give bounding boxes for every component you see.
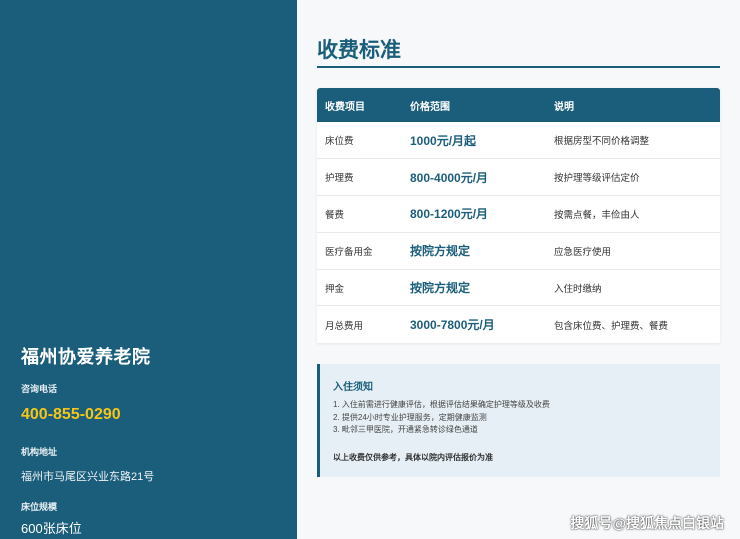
watermark: 搜狐号@搜狐焦点白银站 [570,515,724,531]
column-header-price: 价格范围 [402,88,546,122]
column-header-item: 收费项目 [317,88,402,122]
table-header-row: 收费项目 价格范围 说明 [317,88,720,122]
page-title: 收费标准 [317,39,401,62]
column-header-note: 说明 [546,88,720,122]
beds-value: 600张床位 [21,521,82,536]
fee-note: 入住时缴纳 [546,269,720,307]
table-row: 餐费 800-1200元/月 按需点餐，丰俭由人 [317,195,720,233]
title-divider [317,66,720,68]
notice-title: 入住须知 [333,382,373,393]
table-row: 护理费 800-4000元/月 按护理等级评估定价 [317,158,720,197]
fee-price: 800-1200元/月 [402,195,546,233]
table-row: 月总费用 3000-7800元/月 包含床位费、护理费、餐费 [317,306,720,343]
fee-table: 收费项目 价格范围 说明 床位费 1000元/月起 根据房型不同价格调整 护理费… [317,88,720,343]
fee-item: 押金 [317,269,402,307]
phone-label: 咨询电话 [21,384,58,394]
table-row: 医疗备用金 按院方规定 应急医疗使用 [317,232,720,270]
fee-note: 根据房型不同价格调整 [546,122,720,160]
fee-price: 按院方规定 [402,232,546,270]
fee-price: 1000元/月起 [402,122,546,160]
fee-price: 800-4000元/月 [402,158,546,197]
fee-note: 按护理等级评估定价 [546,158,720,197]
fee-price: 按院方规定 [402,269,546,307]
fee-note: 应急医疗使用 [546,232,720,270]
address-label: 机构地址 [21,447,58,457]
fee-note: 包含床位费、护理费、餐费 [554,320,669,332]
fee-note: 按需点餐，丰俭由人 [546,195,720,233]
beds-label: 床位规模 [21,502,58,512]
table-row: 押金 按院方规定 入住时缴纳 [317,269,720,307]
fee-item: 餐费 [317,195,402,233]
fee-item: 医疗备用金 [317,232,402,270]
sidebar: 福州协爱养老院 咨询电话 400-855-0290 机构地址 福州市马尾区兴业东… [0,0,297,539]
notice-list: 1. 入住前需进行健康评估，根据评估结果确定护理等级及收费 2. 提供24小时专… [333,399,550,437]
table-row: 床位费 1000元/月起 根据房型不同价格调整 [317,122,720,160]
fee-price: 3000-7800元/月 [410,318,495,333]
admission-notice: 入住须知 1. 入住前需进行健康评估，根据评估结果确定护理等级及收费 2. 提供… [317,364,720,477]
main-content: 收费标准 收费项目 价格范围 说明 床位费 1000元/月起 根据房型不同价格调… [297,0,740,539]
notice-item: 2. 提供24小时专业护理服务，定期健康监测 [333,412,487,422]
fee-item: 月总费用 [325,320,364,332]
notice-item: 1. 入住前需进行健康评估，根据评估结果确定护理等级及收费 [333,400,550,409]
address-value: 福州市马尾区兴业东路21号 [21,471,155,483]
fee-item: 护理费 [317,158,402,197]
fee-item: 床位费 [317,122,402,160]
phone-number[interactable]: 400-855-0290 [21,406,121,424]
notice-item: 3. 毗邻三甲医院，开通紧急转诊绿色通道 [333,425,478,434]
notice-footer: 以上收费仅供参考，具体以院内评估报价为准 [333,453,493,462]
org-name: 福州协爱养老院 [21,347,151,367]
